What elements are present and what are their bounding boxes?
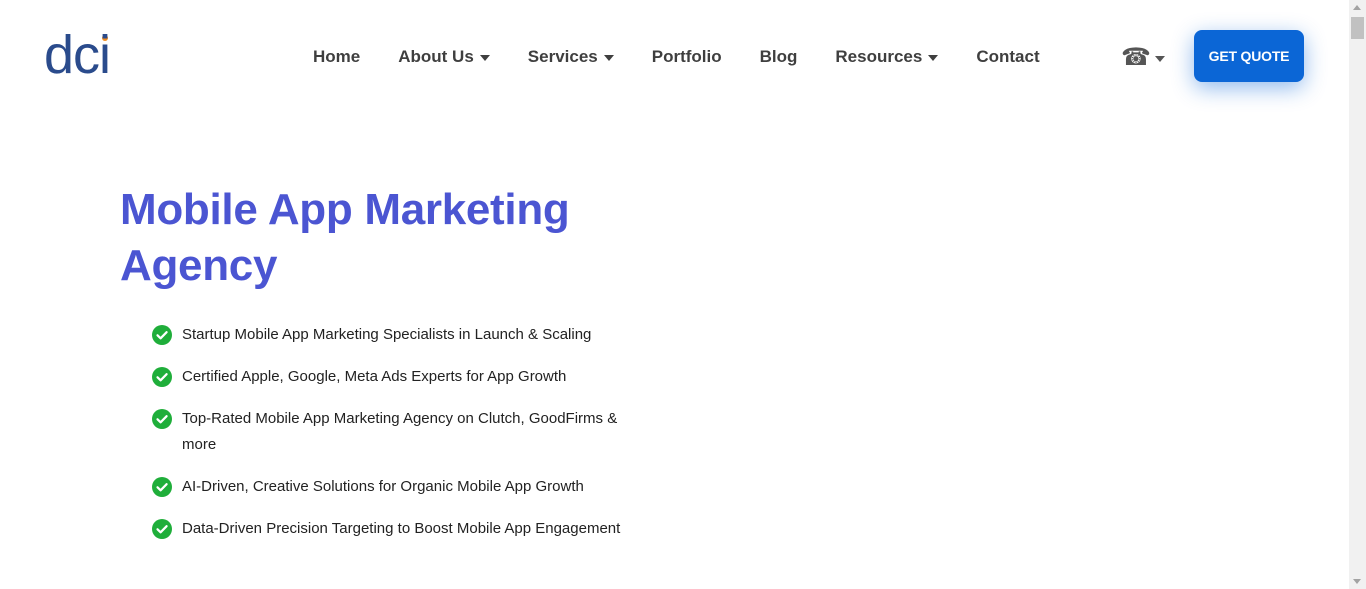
feature-text: Data-Driven Precision Targeting to Boost… [182, 520, 621, 537]
nav-about-us[interactable]: About Us [379, 47, 509, 67]
check-circle-icon [152, 409, 172, 429]
nav-services[interactable]: Services [509, 47, 633, 67]
caret-down-icon [1154, 55, 1165, 62]
logo-letter-i: i [99, 25, 111, 85]
list-item: Certified Apple, Google, Meta Ads Expert… [152, 364, 652, 390]
scroll-up-arrow-icon[interactable] [1353, 5, 1361, 10]
nav-services-label: Services [527, 47, 598, 66]
site-header: dci Home About Us Services Portfolio Blo… [0, 0, 1349, 112]
caret-down-icon [479, 54, 490, 61]
check-circle-icon [152, 325, 172, 345]
nav-portfolio[interactable]: Portfolio [633, 47, 741, 67]
nav-home[interactable]: Home [294, 47, 379, 67]
main-nav: Home About Us Services Portfolio Blog Re… [294, 44, 1059, 70]
list-item: AI-Driven, Creative Solutions for Organi… [152, 474, 652, 500]
check-circle-icon [152, 367, 172, 387]
dci-logo[interactable]: dci [44, 25, 111, 85]
scrollbar-thumb[interactable] [1351, 17, 1364, 39]
nav-resources[interactable]: Resources [816, 47, 957, 67]
vertical-scrollbar[interactable] [1349, 0, 1366, 589]
page: dci Home About Us Services Portfolio Blo… [0, 0, 1349, 589]
feature-text: AI-Driven, Creative Solutions for Organi… [182, 478, 584, 495]
nav-contact[interactable]: Contact [957, 47, 1058, 67]
feature-text: Startup Mobile App Marketing Specialists… [182, 326, 592, 343]
page-title: Mobile App Marketing Agency [120, 185, 570, 290]
nav-resources-label: Resources [835, 47, 923, 66]
check-circle-icon [152, 519, 172, 539]
phone-dropdown[interactable]: ☎ [1121, 44, 1165, 70]
feature-list: Startup Mobile App Marketing Specialists… [152, 322, 652, 558]
get-quote-button[interactable]: GET QUOTE [1194, 30, 1304, 82]
nav-about-us-label: About Us [398, 47, 474, 66]
feature-text: Top-Rated Mobile App Marketing Agency on… [182, 410, 618, 453]
list-item: Data-Driven Precision Targeting to Boost… [152, 516, 652, 542]
caret-down-icon [928, 54, 939, 61]
list-item: Startup Mobile App Marketing Specialists… [152, 322, 652, 348]
feature-text: Certified Apple, Google, Meta Ads Expert… [182, 368, 567, 385]
phone-icon: ☎ [1121, 43, 1151, 71]
check-circle-icon [152, 477, 172, 497]
nav-blog-label: Blog [759, 47, 798, 66]
nav-home-label: Home [313, 47, 361, 66]
logo-letters: dc [44, 25, 100, 85]
nav-contact-label: Contact [976, 47, 1040, 66]
scroll-down-arrow-icon[interactable] [1353, 579, 1361, 584]
list-item: Top-Rated Mobile App Marketing Agency on… [152, 406, 652, 458]
caret-down-icon [603, 54, 614, 61]
nav-blog[interactable]: Blog [741, 47, 817, 67]
nav-portfolio-label: Portfolio [651, 47, 722, 66]
